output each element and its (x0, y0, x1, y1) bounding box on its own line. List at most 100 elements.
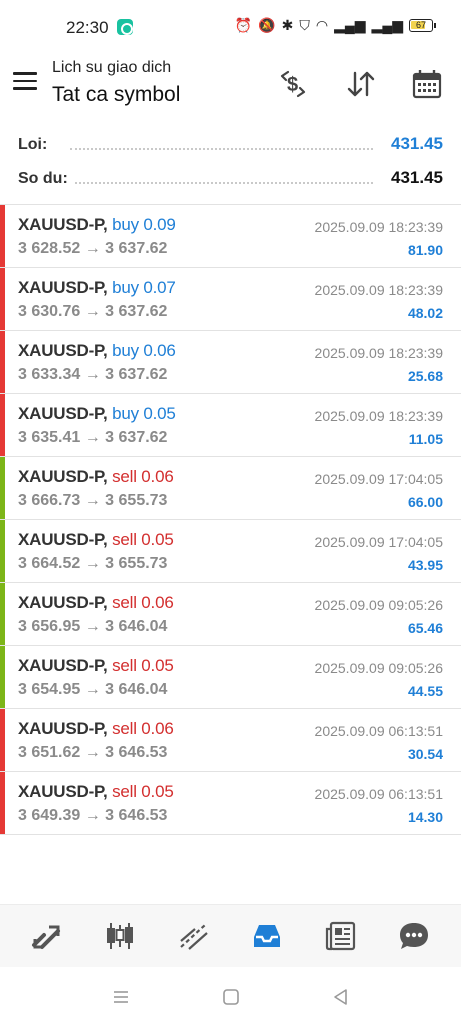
balance-row: So du: 431.45 (18, 162, 443, 196)
deal-title: XAUUSD-P, sell 0.06 (18, 719, 174, 739)
deal-profit: 81.90 (407, 242, 443, 258)
deal-title: XAUUSD-P, buy 0.09 (18, 215, 176, 235)
deal-prices: 3 651.62 → 3 646.53 (18, 744, 168, 761)
deal-symbol: XAUUSD-P, (18, 341, 108, 360)
deal-time: 2025.09.09 17:04:05 (314, 534, 443, 550)
deal-status-bar (0, 709, 5, 771)
status-icons: ⏰ 🔕 ✱ ⛉ ◠ ▂▄▆ ▂▄▆ 67 (234, 17, 436, 33)
deal-prices: 3 649.39 → 3 646.53 (18, 807, 168, 824)
deal-symbol: XAUUSD-P, (18, 593, 108, 612)
app-header: Lich su giao dich Tat ca symbol $ (0, 48, 461, 124)
deal-status-bar (0, 205, 5, 267)
deal-status-bar (0, 331, 5, 393)
deal-profit: 44.55 (407, 683, 443, 699)
deal-direction: sell 0.06 (112, 593, 174, 612)
currency-exchange-icon[interactable]: $ (275, 66, 311, 102)
deal-prices: 3 654.95 → 3 646.04 (18, 681, 168, 698)
deal-status-bar (0, 268, 5, 330)
battery-level: 67 (415, 19, 426, 30)
deal-title: XAUUSD-P, buy 0.06 (18, 341, 176, 361)
home-icon[interactable] (221, 987, 241, 1007)
system-nav-bar (0, 967, 461, 1024)
quotes-icon[interactable] (24, 913, 70, 959)
deal-profit: 66.00 (407, 494, 443, 510)
deal-prices: 3 664.52 → 3 655.73 (18, 555, 168, 572)
header-subtitle: Lich su giao dich (52, 59, 172, 76)
deal-row[interactable]: XAUUSD-P, sell 0.06 3 651.62 → 3 646.53 20… (0, 709, 461, 772)
deal-row[interactable]: XAUUSD-P, buy 0.05 3 635.41 → 3 637.62 202… (0, 394, 461, 457)
deal-list: XAUUSD-P, buy 0.09 3 628.52 → 3 637.62 202… (0, 204, 461, 835)
deal-profit: 14.30 (407, 809, 443, 825)
deal-prices: 3 633.34 → 3 637.62 (18, 366, 168, 383)
menu-icon[interactable] (13, 72, 37, 90)
balance-value: 431.45 (385, 168, 443, 188)
deal-time: 2025.09.09 09:05:26 (314, 597, 443, 613)
wifi-icon: ◠ (315, 17, 329, 33)
bottom-nav (0, 904, 461, 967)
deal-symbol: XAUUSD-P, (18, 656, 108, 675)
deal-status-bar (0, 646, 5, 708)
back-icon[interactable] (331, 987, 351, 1007)
signal-2-icon: ▂▄▆ (371, 17, 403, 33)
svg-text:$: $ (287, 74, 298, 96)
trade-icon[interactable] (171, 913, 217, 959)
deal-status-bar (0, 520, 5, 582)
deal-row[interactable]: XAUUSD-P, sell 0.06 3 666.73 → 3 655.73 20… (0, 457, 461, 520)
deal-status-bar (0, 583, 5, 645)
deal-direction: sell 0.05 (112, 530, 174, 549)
deal-row[interactable]: XAUUSD-P, buy 0.09 3 628.52 → 3 637.62 202… (0, 205, 461, 268)
battery-icon: 67 (409, 18, 436, 32)
recent-apps-icon[interactable] (111, 987, 131, 1007)
alarm-icon: ⏰ (234, 17, 253, 33)
deal-row[interactable]: XAUUSD-P, sell 0.05 3 664.52 → 3 655.73 20… (0, 520, 461, 583)
deal-status-bar (0, 394, 5, 456)
deal-direction: sell 0.05 (112, 656, 174, 675)
deal-row[interactable]: XAUUSD-P, sell 0.05 3 649.39 → 3 646.53 20… (0, 772, 461, 835)
profit-row: Loi: 431.45 (18, 128, 443, 162)
deal-direction: sell 0.06 (112, 719, 174, 738)
deal-direction: buy 0.06 (112, 341, 176, 360)
deal-row[interactable]: XAUUSD-P, buy 0.07 3 630.76 → 3 637.62 202… (0, 268, 461, 331)
deal-row[interactable]: XAUUSD-P, sell 0.06 3 656.95 → 3 646.04 20… (0, 583, 461, 646)
deal-title: XAUUSD-P, buy 0.07 (18, 278, 176, 298)
deal-prices: 3 666.73 → 3 655.73 (18, 492, 168, 509)
news-icon[interactable] (318, 913, 364, 959)
deal-time: 2025.09.09 18:23:39 (314, 219, 443, 235)
deal-symbol: XAUUSD-P, (18, 530, 108, 549)
deal-title: XAUUSD-P, sell 0.05 (18, 530, 174, 550)
calendar-icon[interactable] (409, 66, 445, 102)
deal-symbol: XAUUSD-P, (18, 782, 108, 801)
deal-status-bar (0, 457, 5, 519)
profit-label: Loi: (18, 136, 54, 154)
deal-profit: 43.95 (407, 557, 443, 573)
deal-symbol: XAUUSD-P, (18, 215, 108, 234)
balance-label: So du: (18, 170, 74, 188)
dotted-leader (70, 182, 373, 184)
deal-prices: 3 630.76 → 3 637.62 (18, 303, 168, 320)
profit-value: 431.45 (385, 134, 443, 154)
deal-symbol: XAUUSD-P, (18, 719, 108, 738)
deal-direction: buy 0.05 (112, 404, 176, 423)
chart-icon[interactable] (97, 913, 143, 959)
deal-symbol: XAUUSD-P, (18, 467, 108, 486)
deal-row[interactable]: XAUUSD-P, buy 0.06 3 633.34 → 3 637.62 202… (0, 331, 461, 394)
deal-time: 2025.09.09 09:05:26 (314, 660, 443, 676)
deal-profit: 25.68 (407, 368, 443, 384)
deal-direction: sell 0.05 (112, 782, 174, 801)
deal-direction: buy 0.07 (112, 278, 176, 297)
deal-title: XAUUSD-P, sell 0.06 (18, 593, 174, 613)
deal-direction: buy 0.09 (112, 215, 176, 234)
signal-icon: ▂▄▆ (334, 17, 366, 33)
history-icon[interactable] (244, 913, 290, 959)
chat-icon[interactable] (391, 913, 437, 959)
status-bar: 22:30 ⏰ 🔕 ✱ ⛉ ◠ ▂▄▆ ▂▄▆ 67 (0, 0, 461, 48)
deal-title: XAUUSD-P, buy 0.05 (18, 404, 176, 424)
deal-status-bar (0, 772, 5, 834)
header-title[interactable]: Tat ca symbol (52, 83, 180, 107)
sort-icon[interactable] (343, 66, 379, 102)
deal-time: 2025.09.09 17:04:05 (314, 471, 443, 487)
deal-time: 2025.09.09 18:23:39 (314, 345, 443, 361)
deal-time: 2025.09.09 06:13:51 (314, 786, 443, 802)
deal-row[interactable]: XAUUSD-P, sell 0.05 3 654.95 → 3 646.04 20… (0, 646, 461, 709)
deal-profit: 30.54 (407, 746, 443, 762)
